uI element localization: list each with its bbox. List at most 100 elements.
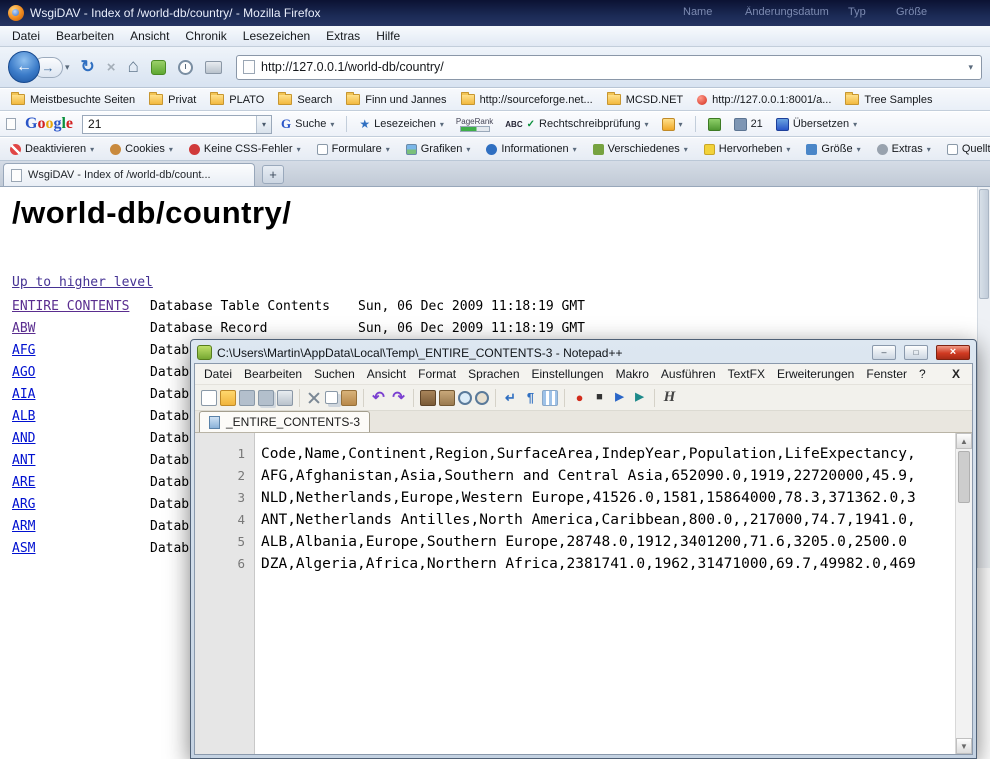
country-link[interactable]: ASM bbox=[12, 541, 35, 556]
np-menu-format[interactable]: Format bbox=[412, 367, 462, 381]
html-preview-icon[interactable]: H bbox=[661, 389, 678, 406]
np-menu-bearbeiten[interactable]: Bearbeiten bbox=[238, 367, 308, 381]
menu-hilfe[interactable]: Hilfe bbox=[368, 27, 408, 45]
feed-icon[interactable] bbox=[151, 60, 166, 75]
webdev-grafiken[interactable]: Grafiken▾ bbox=[400, 143, 477, 155]
print-icon[interactable] bbox=[205, 61, 222, 74]
find-icon[interactable] bbox=[420, 390, 436, 406]
highlight-button[interactable] bbox=[704, 116, 725, 133]
webdev-quelltext[interactable]: Quelltext▾ bbox=[941, 143, 990, 155]
country-link[interactable]: ALB bbox=[12, 409, 35, 424]
country-link[interactable]: AGO bbox=[12, 365, 35, 380]
country-link[interactable]: ANT bbox=[12, 453, 35, 468]
webdev-cookies[interactable]: Cookies▾ bbox=[104, 143, 179, 155]
save-icon[interactable] bbox=[239, 390, 255, 406]
stop-macro-icon[interactable]: ■ bbox=[591, 389, 608, 406]
webdev-verschiedenes[interactable]: Verschiedenes▾ bbox=[587, 143, 694, 155]
maximize-button[interactable]: □ bbox=[904, 345, 928, 360]
bookmark-tree-samples[interactable]: Tree Samples bbox=[838, 94, 939, 106]
np-menu-help[interactable]: ? bbox=[913, 367, 932, 381]
scroll-up-icon[interactable]: ▲ bbox=[956, 433, 972, 449]
bookmark-finn-und-jannes[interactable]: Finn und Jannes bbox=[339, 94, 453, 106]
menu-datei[interactable]: Datei bbox=[4, 27, 48, 45]
country-link[interactable]: AFG bbox=[12, 343, 35, 358]
bookmark-privat[interactable]: Privat bbox=[142, 94, 203, 106]
open-file-icon[interactable] bbox=[220, 390, 236, 406]
np-menu-sprachen[interactable]: Sprachen bbox=[462, 367, 525, 381]
np-menu-datei[interactable]: Datei bbox=[198, 367, 238, 381]
autofill-button[interactable]: ▾ bbox=[658, 116, 687, 133]
history-dropdown[interactable]: ▾ bbox=[65, 62, 70, 73]
bookmark-search[interactable]: Search bbox=[271, 94, 339, 106]
close-document-button[interactable]: X bbox=[943, 367, 969, 381]
browser-scrollbar[interactable] bbox=[977, 187, 990, 568]
stop-button[interactable]: × bbox=[107, 59, 116, 76]
run-macro-multiple-icon[interactable]: ▶ bbox=[631, 389, 648, 406]
webdev-deaktivieren[interactable]: Deaktivieren▾ bbox=[4, 143, 100, 155]
undo-icon[interactable]: ↶ bbox=[370, 389, 387, 406]
country-link[interactable]: ABW bbox=[12, 321, 35, 336]
zoom-out-icon[interactable] bbox=[475, 391, 489, 405]
bookmark-sourceforge[interactable]: http://sourceforge.net... bbox=[454, 94, 600, 106]
google-search-button[interactable]: GSuche▾ bbox=[277, 114, 338, 134]
webdev-css-fehler[interactable]: Keine CSS-Fehler▾ bbox=[183, 143, 307, 155]
country-link[interactable]: ARE bbox=[12, 475, 35, 490]
save-all-icon[interactable] bbox=[258, 390, 274, 406]
np-menu-fenster[interactable]: Fenster bbox=[860, 367, 913, 381]
scroll-down-icon[interactable]: ▼ bbox=[956, 738, 972, 754]
url-text[interactable]: http://127.0.0.1/world-db/country/ bbox=[255, 60, 966, 74]
scrollbar-thumb[interactable] bbox=[979, 189, 989, 299]
entire-contents-link[interactable]: ENTIRE CONTENTS bbox=[12, 299, 129, 314]
webdev-informationen[interactable]: Informationen▾ bbox=[480, 143, 582, 155]
menu-ansicht[interactable]: Ansicht bbox=[122, 27, 177, 45]
spellcheck-button[interactable]: ABC✓Rechtschreibprüfung▾ bbox=[501, 116, 652, 132]
translate-button[interactable]: Übersetzen▾ bbox=[772, 116, 861, 133]
reload-button[interactable]: ↻ bbox=[81, 57, 95, 77]
menu-bearbeiten[interactable]: Bearbeiten bbox=[48, 27, 122, 45]
np-menu-makro[interactable]: Makro bbox=[610, 367, 655, 381]
pagerank-indicator[interactable]: PageRank bbox=[453, 117, 496, 132]
back-button[interactable]: ← bbox=[8, 51, 40, 83]
google-bookmarks-button[interactable]: ★Lesezeichen▾ bbox=[355, 115, 448, 133]
bookmark-mcsd-net[interactable]: MCSD.NET bbox=[600, 94, 690, 106]
replace-icon[interactable] bbox=[439, 390, 455, 406]
search-history-dropdown[interactable]: ▾ bbox=[256, 116, 271, 133]
word-wrap-icon[interactable]: ↵ bbox=[502, 389, 519, 406]
tab-wsgidav[interactable]: WsgiDAV - Index of /world-db/count... bbox=[3, 163, 255, 186]
bookmark-meistbesuchte-seiten[interactable]: Meistbesuchte Seiten bbox=[4, 94, 142, 106]
menu-lesezeichen[interactable]: Lesezeichen bbox=[235, 27, 318, 45]
google-search-value[interactable]: 21 bbox=[83, 117, 256, 131]
new-file-icon[interactable] bbox=[201, 390, 217, 406]
np-menu-textfx[interactable]: TextFX bbox=[722, 367, 771, 381]
indent-guide-icon[interactable] bbox=[542, 390, 558, 406]
copy-icon[interactable] bbox=[325, 391, 338, 404]
editor-scrollbar[interactable]: ▲ ▼ bbox=[955, 433, 972, 754]
webdev-groesse[interactable]: Größe▾ bbox=[800, 143, 866, 155]
menu-chronik[interactable]: Chronik bbox=[177, 27, 234, 45]
location-dropdown-icon[interactable]: ▾ bbox=[966, 62, 975, 73]
webdev-formulare[interactable]: Formulare▾ bbox=[311, 143, 396, 155]
cut-icon[interactable] bbox=[306, 390, 322, 406]
np-menu-einstellungen[interactable]: Einstellungen bbox=[526, 367, 610, 381]
np-menu-ausfuehren[interactable]: Ausführen bbox=[655, 367, 722, 381]
history-icon[interactable] bbox=[178, 60, 193, 75]
location-bar[interactable]: http://127.0.0.1/world-db/country/ ▾ bbox=[236, 55, 982, 80]
paste-icon[interactable] bbox=[341, 390, 357, 406]
home-button[interactable]: ⌂ bbox=[128, 56, 139, 78]
print-icon[interactable] bbox=[277, 390, 293, 406]
webdev-extras[interactable]: Extras▾ bbox=[871, 143, 937, 155]
country-link[interactable]: AIA bbox=[12, 387, 35, 402]
new-tab-button[interactable]: + bbox=[262, 165, 284, 184]
notepad-editor[interactable]: 1 2 3 4 5 6 Code,Name,Continent,Region,S… bbox=[195, 433, 972, 754]
google-search-box[interactable]: 21 ▾ bbox=[82, 115, 272, 134]
np-menu-erweiterungen[interactable]: Erweiterungen bbox=[771, 367, 860, 381]
tab-entire-contents[interactable]: _ENTIRE_CONTENTS-3 bbox=[199, 411, 370, 432]
bookmark-plato[interactable]: PLATO bbox=[203, 94, 271, 106]
zoom-in-icon[interactable] bbox=[458, 391, 472, 405]
record-macro-icon[interactable]: ● bbox=[571, 389, 588, 406]
country-link[interactable]: ARM bbox=[12, 519, 35, 534]
code-area[interactable]: Code,Name,Continent,Region,SurfaceArea,I… bbox=[255, 433, 972, 754]
np-menu-suchen[interactable]: Suchen bbox=[308, 367, 361, 381]
close-button[interactable]: × bbox=[936, 345, 970, 360]
scrollbar-thumb[interactable] bbox=[958, 451, 970, 503]
